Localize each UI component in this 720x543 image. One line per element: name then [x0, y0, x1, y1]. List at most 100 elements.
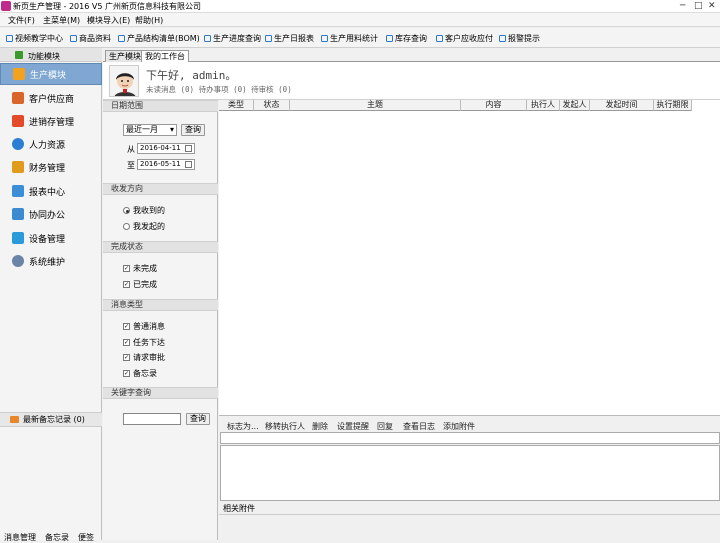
radio-received[interactable]: 我收到的 — [123, 205, 165, 216]
tab-production[interactable]: 生产模块 — [105, 50, 145, 62]
greeting-text: 下午好, admin。 — [146, 69, 237, 82]
menu-bar: 文件(F) 主菜单(M) 模块导入(E) 帮助(H) — [0, 13, 720, 27]
menu-help[interactable]: 帮助(H) — [135, 15, 163, 26]
menu-file[interactable]: 文件(F) — [8, 15, 35, 26]
money-icon — [12, 161, 24, 173]
action-view-log[interactable]: 查看日志 — [403, 421, 435, 432]
latest-memo-bar[interactable]: 最新备忘记录 (0) — [0, 412, 102, 427]
checkbox-approval[interactable]: ✓ 请求审批 — [123, 352, 165, 363]
quick-receivables[interactable]: 客户应收应付 — [436, 33, 493, 44]
checkbox-icon: ✓ — [123, 370, 130, 377]
action-delete[interactable]: 删除 — [312, 421, 328, 432]
filter-panel: 日期范围 最近一月 ▾ 查询 从 2016-04-11 至 2016-05-11… — [103, 100, 218, 540]
action-reply[interactable]: 回复 — [377, 421, 393, 432]
sidebar-item-production[interactable]: 生产模块 — [0, 63, 102, 85]
bottom-tab-notes[interactable]: 便签 — [78, 532, 94, 543]
bar-chart-icon — [12, 115, 24, 127]
checkbox-normal-msg[interactable]: ✓ 普通消息 — [123, 321, 165, 332]
folder-icon — [13, 68, 25, 80]
quick-daily-report[interactable]: 生产日报表 — [265, 33, 314, 44]
column-header-initiator[interactable]: 发起人 — [560, 100, 590, 111]
checkbox-icon: ✓ — [123, 281, 130, 288]
checkbox-task-assign[interactable]: ✓ 任务下达 — [123, 337, 165, 348]
play-icon — [15, 51, 23, 59]
msg-type-header: 消息类型 — [103, 299, 218, 311]
column-header-subject[interactable]: 主题 — [290, 100, 461, 111]
bottom-tab-memo[interactable]: 备忘录 — [45, 532, 69, 543]
chevron-down-icon: ▾ — [169, 125, 174, 134]
checkbox-unfinished[interactable]: ✓ 未完成 — [123, 263, 157, 274]
greeting-stats[interactable]: 未读消息 (0) 待办事项 (0) 待审核 (0) — [146, 84, 292, 95]
quick-material-stats[interactable]: 生产用料统计 — [321, 33, 378, 44]
sidebar-item-system[interactable]: 系统维护 — [0, 250, 102, 272]
sidebar-item-office[interactable]: 协同办公 — [0, 203, 102, 225]
sidebar-item-devices[interactable]: 设备管理 — [0, 227, 102, 249]
radio-sent[interactable]: 我发起的 — [123, 221, 165, 232]
action-add-attachment[interactable]: 添加附件 — [443, 421, 475, 432]
app-icon — [1, 1, 11, 11]
column-header-deadline[interactable]: 执行期限 — [654, 100, 692, 111]
menu-module-import[interactable]: 模块导入(E) — [87, 15, 130, 26]
shortcut-icon — [6, 35, 13, 42]
from-date-field[interactable]: 2016-04-11 — [137, 143, 195, 154]
sidebar-item-finance[interactable]: 财务管理 — [0, 156, 102, 178]
radio-icon — [123, 207, 130, 214]
action-set-reminder[interactable]: 设置提醒 — [337, 421, 369, 432]
to-date-field[interactable]: 2016-05-11 — [137, 159, 195, 170]
shortcut-icon — [204, 35, 211, 42]
attachments-label: 相关附件 — [223, 504, 255, 513]
maximize-icon[interactable]: □ — [694, 1, 703, 11]
shortcut-icon — [499, 35, 506, 42]
quick-video-tutorial[interactable]: 视频教学中心 — [6, 33, 63, 44]
sidebar-item-reports[interactable]: 报表中心 — [0, 180, 102, 202]
shortcut-icon — [321, 35, 328, 42]
column-header-content[interactable]: 内容 — [461, 100, 527, 111]
detail-title-field[interactable] — [220, 432, 720, 444]
people-icon — [12, 92, 24, 104]
keyword-input[interactable] — [123, 413, 181, 425]
sidebar-item-customers-suppliers[interactable]: 客户供应商 — [0, 87, 102, 109]
quick-toolbar: 视频教学中心 商品资料 产品结构清单(BOM) 生产进度查询 生产日报表 生产用… — [0, 28, 720, 48]
column-header-type[interactable]: 类型 — [219, 100, 254, 111]
sidebar-item-inventory[interactable]: 进销存管理 — [0, 110, 102, 132]
device-icon — [12, 232, 24, 244]
message-grid[interactable]: 类型 状态 主题 内容 执行人 发起人 发起时间 执行期限 — [219, 100, 720, 415]
minimize-icon[interactable]: ─ — [680, 1, 685, 11]
checkbox-memo[interactable]: ✓ 备忘录 — [123, 368, 157, 379]
quick-alarms[interactable]: 报警提示 — [499, 33, 540, 44]
period-select[interactable]: 最近一月 ▾ — [123, 124, 177, 136]
close-icon[interactable]: ✕ — [708, 1, 716, 11]
action-mark-as[interactable]: 标志为... — [227, 421, 259, 432]
greeting-panel: 下午好, admin。 未读消息 (0) 待办事项 (0) 待审核 (0) — [103, 62, 720, 100]
bottom-tab-messages[interactable]: 消息管理 — [4, 532, 36, 543]
shortcut-icon — [118, 35, 125, 42]
quick-bom[interactable]: 产品结构清单(BOM) — [118, 33, 200, 44]
grid-header: 类型 状态 主题 内容 执行人 发起人 发起时间 执行期限 — [219, 100, 692, 111]
from-label: 从 — [127, 145, 135, 154]
detail-body-field[interactable] — [220, 445, 720, 501]
column-header-executor[interactable]: 执行人 — [527, 100, 560, 111]
keyword-query-button[interactable]: 查询 — [186, 413, 210, 425]
sidebar-item-hr[interactable]: 人力资源 — [0, 133, 102, 155]
action-transfer-executor[interactable]: 移转执行人 — [265, 421, 305, 432]
checkbox-finished[interactable]: ✓ 已完成 — [123, 279, 157, 290]
shortcut-icon — [265, 35, 272, 42]
quick-product-info[interactable]: 商品资料 — [70, 33, 111, 44]
quick-inventory-query[interactable]: 库存查询 — [386, 33, 427, 44]
memo-icon — [10, 416, 19, 423]
tab-strip: 生产模块 我的工作台 — [103, 48, 720, 63]
shortcut-icon — [386, 35, 393, 42]
column-header-start-time[interactable]: 发起时间 — [590, 100, 654, 111]
window-title: 新页生产管理 - 2016 V5 广州新页信息科技有限公司 — [13, 2, 201, 11]
quick-progress-query[interactable]: 生产进度查询 — [204, 33, 261, 44]
checkbox-icon: ✓ — [123, 265, 130, 272]
shortcut-icon — [70, 35, 77, 42]
menu-main[interactable]: 主菜单(M) — [43, 15, 80, 26]
keyword-header: 关键字查询 — [103, 387, 218, 399]
date-query-button[interactable]: 查询 — [181, 124, 205, 136]
checkbox-icon: ✓ — [123, 323, 130, 330]
report-icon — [12, 185, 24, 197]
column-header-status[interactable]: 状态 — [254, 100, 290, 111]
attachments-area[interactable] — [219, 514, 720, 541]
title-bar: 新页生产管理 - 2016 V5 广州新页信息科技有限公司 ─ □ ✕ — [0, 0, 720, 13]
